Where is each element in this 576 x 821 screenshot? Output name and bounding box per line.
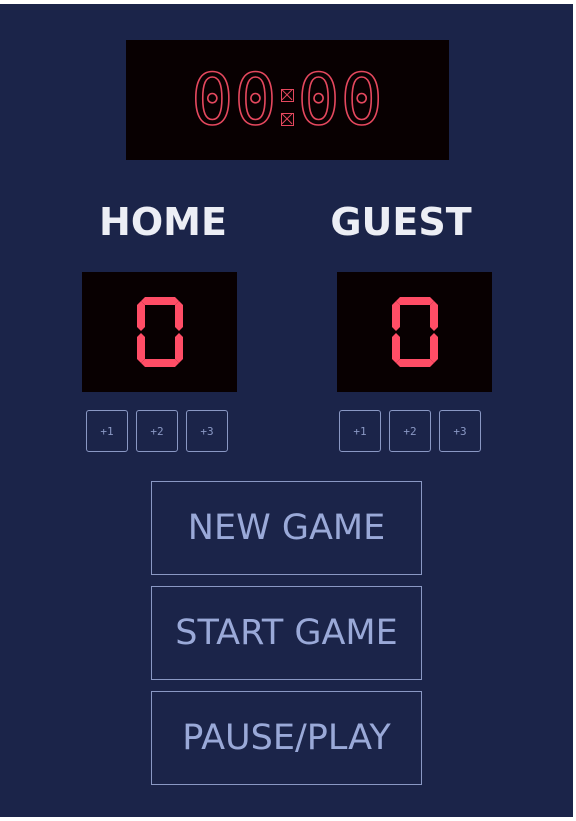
guest-add-buttons: +1 +2 +3 [339, 410, 481, 452]
timer-colon [278, 75, 298, 135]
timer-seconds: 00 [297, 58, 384, 142]
guest-add-2-button[interactable]: +2 [389, 410, 431, 452]
guest-score-display: 0 [337, 272, 492, 392]
guest-label: GUEST [330, 200, 472, 244]
home-score-display: 0 [82, 272, 237, 392]
guest-add-3-button[interactable]: +3 [439, 410, 481, 452]
home-add-buttons: +1 +2 +3 [86, 410, 228, 452]
timer-minutes: 00 [190, 58, 278, 142]
scoreboard-app: 0000 HOME GUEST 0 [0, 4, 573, 817]
home-add-1-button[interactable]: +1 [86, 410, 128, 452]
game-timer: 00 00 [126, 40, 449, 160]
start-game-button[interactable]: START GAME [151, 586, 422, 680]
pause-play-button[interactable]: PAUSE/PLAY [151, 691, 422, 785]
home-add-3-button[interactable]: +3 [186, 410, 228, 452]
guest-add-1-button[interactable]: +1 [339, 410, 381, 452]
home-label: HOME [99, 200, 227, 244]
home-add-2-button[interactable]: +2 [136, 410, 178, 452]
new-game-button[interactable]: NEW GAME [151, 481, 422, 575]
